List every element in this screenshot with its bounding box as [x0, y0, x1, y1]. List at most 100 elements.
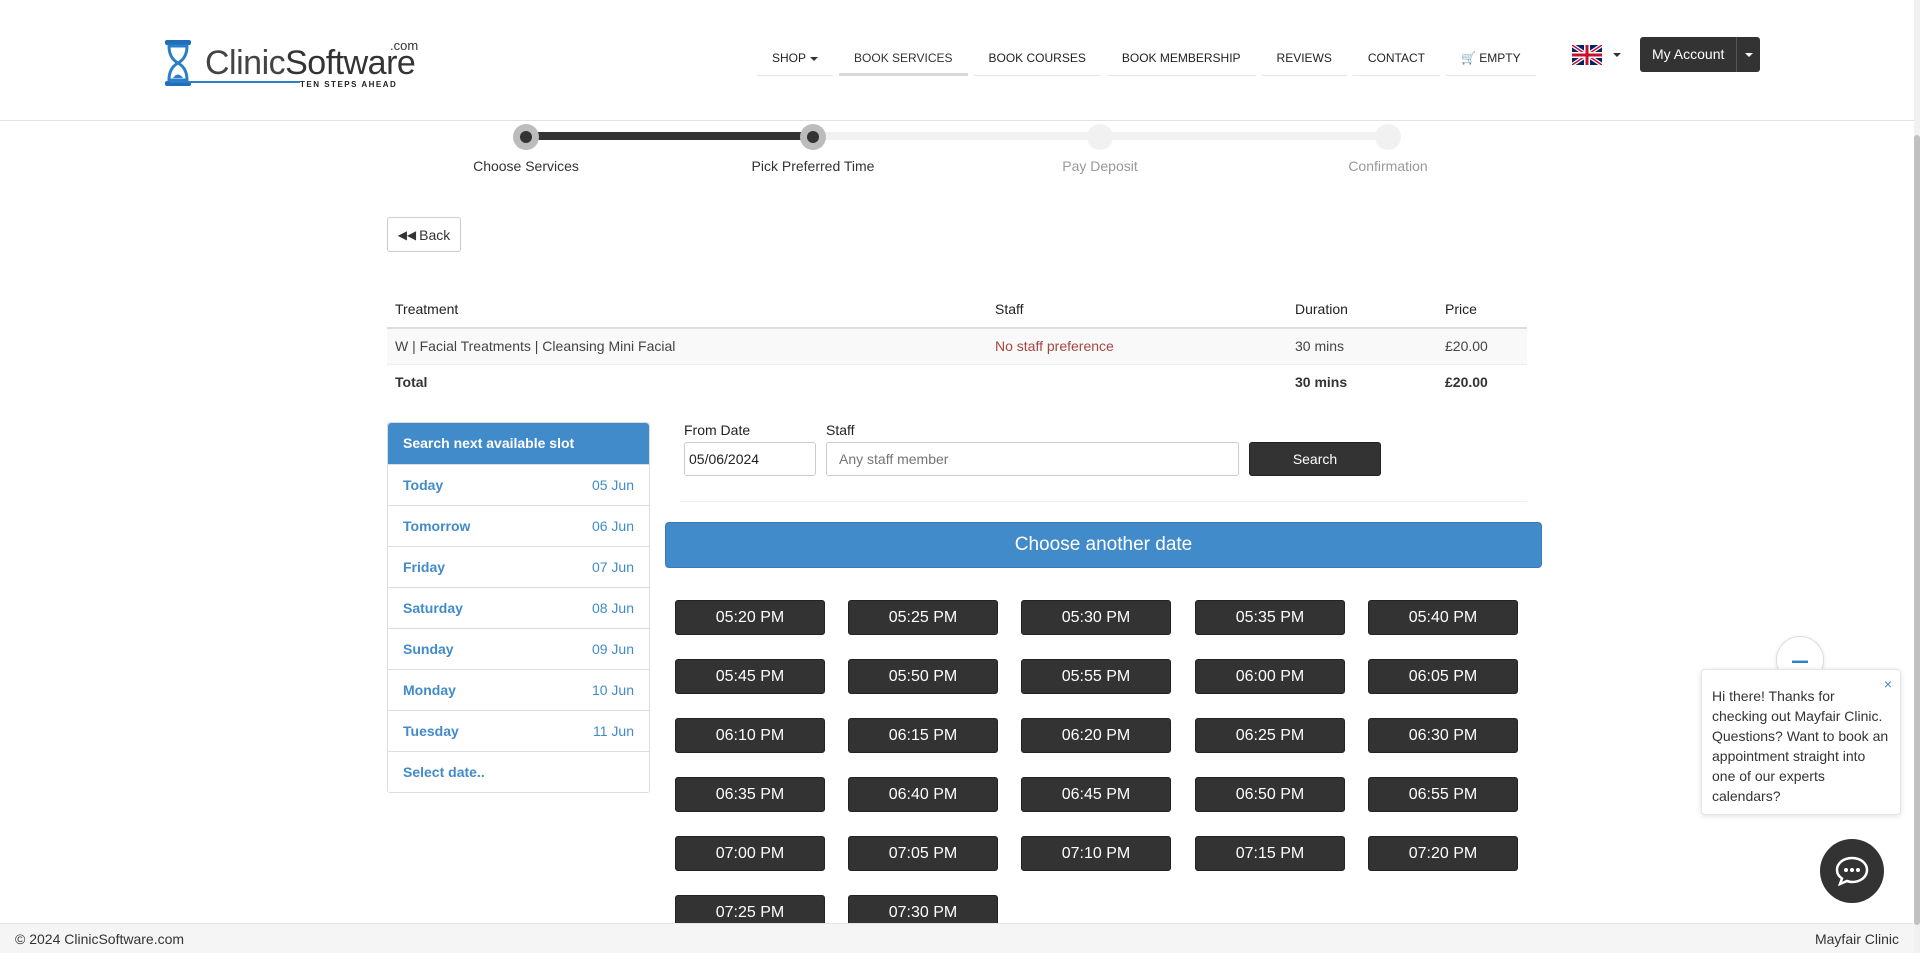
slot-item-tomorrow[interactable]: Tomorrow 06 Jun: [388, 505, 649, 546]
slot-date: 08 Jun: [591, 600, 634, 616]
account-dropdown-toggle[interactable]: [1736, 37, 1761, 72]
time-slot-button[interactable]: 06:45 PM: [1021, 777, 1171, 812]
nav-shop[interactable]: SHOP: [757, 40, 834, 76]
chevron-down-icon: [810, 56, 819, 61]
step-label-pick-time: Pick Preferred Time: [751, 158, 875, 174]
nav-contact-label: CONTACT: [1367, 51, 1425, 65]
slot-item-today[interactable]: Today 05 Jun: [388, 464, 649, 505]
slot-item-sunday[interactable]: Sunday 09 Jun: [388, 628, 649, 669]
time-slot-button[interactable]: 06:35 PM: [675, 777, 825, 812]
nav-book-courses[interactable]: BOOK COURSES: [973, 40, 1101, 76]
time-slot-button[interactable]: 06:40 PM: [848, 777, 998, 812]
slot-item-saturday[interactable]: Saturday 08 Jun: [388, 587, 649, 628]
slot-day: Tomorrow: [403, 518, 471, 534]
nav-book-membership[interactable]: BOOK MEMBERSHIP: [1106, 40, 1256, 76]
my-account-button[interactable]: My Account: [1640, 37, 1737, 72]
time-slot-button[interactable]: 05:20 PM: [675, 600, 825, 635]
close-icon[interactable]: ×: [1884, 674, 1892, 694]
back-button[interactable]: ◀◀ Back: [387, 217, 461, 252]
time-slot-button[interactable]: 06:10 PM: [675, 718, 825, 753]
slot-day: Friday: [403, 559, 446, 575]
nav-cart-label: EMPTY: [1479, 51, 1521, 65]
account-menu: My Account: [1640, 37, 1761, 72]
from-date-label: From Date: [684, 422, 751, 438]
total-price: £20.00: [1437, 363, 1527, 400]
footer-clinic-name: Mayfair Clinic: [1814, 931, 1899, 947]
nav-reviews[interactable]: REVIEWS: [1261, 40, 1347, 76]
nav-book-courses-label: BOOK COURSES: [988, 51, 1086, 65]
time-slot-button[interactable]: 07:05 PM: [848, 836, 998, 871]
step-dot-confirmation: [1375, 124, 1401, 150]
language-dropdown-icon[interactable]: [1613, 53, 1621, 57]
double-chevron-left-icon: ◀◀: [397, 227, 417, 242]
slot-day: Saturday: [403, 600, 463, 616]
search-button[interactable]: Search: [1249, 442, 1381, 476]
col-staff: Staff: [987, 290, 1287, 329]
from-date-input[interactable]: [684, 442, 816, 476]
time-slot-button[interactable]: 06:15 PM: [848, 718, 998, 753]
total-label: Total: [387, 363, 987, 400]
time-slot-button[interactable]: 06:05 PM: [1368, 659, 1518, 694]
step-dot-choose-services: [513, 124, 539, 150]
chat-bubble-icon: [1835, 856, 1869, 886]
select-date-label: Select date..: [403, 764, 485, 780]
chat-launcher-button[interactable]: [1820, 839, 1884, 903]
choose-another-date-button[interactable]: Choose another date: [665, 522, 1542, 568]
page-scrollbar-thumb[interactable]: [1914, 135, 1920, 925]
slot-date: 09 Jun: [591, 641, 634, 657]
time-slot-button[interactable]: 07:15 PM: [1195, 836, 1345, 871]
clinicsoftware-logo[interactable]: .com ClinicSoftware TEN STEPS AHEAD: [160, 38, 418, 90]
stepper-track-progress: [526, 132, 813, 140]
slot-day: Tuesday: [403, 723, 459, 739]
time-slot-button[interactable]: 05:25 PM: [848, 600, 998, 635]
time-slot-button[interactable]: 05:50 PM: [848, 659, 998, 694]
slot-item-friday[interactable]: Friday 07 Jun: [388, 546, 649, 587]
nav-cart[interactable]: 🛒 EMPTY: [1446, 40, 1536, 76]
slot-day: Today: [403, 477, 444, 493]
time-slot-button[interactable]: 06:30 PM: [1368, 718, 1518, 753]
footer-copyright: © 2024 ClinicSoftware.com: [15, 931, 185, 947]
slot-date: 07 Jun: [591, 559, 634, 575]
staff-label: Staff: [826, 422, 855, 438]
select-date-link[interactable]: Select date..: [388, 751, 649, 792]
nav-book-membership-label: BOOK MEMBERSHIP: [1121, 51, 1241, 65]
uk-flag-icon[interactable]: [1572, 45, 1602, 65]
next-available-slot-panel: Search next available slot Today 05 Jun T…: [387, 422, 650, 793]
table-total-row: Total 30 mins £20.00: [387, 363, 1527, 400]
col-treatment: Treatment: [387, 290, 987, 329]
time-slot-button[interactable]: 06:55 PM: [1368, 777, 1518, 812]
time-slot-button[interactable]: 06:20 PM: [1021, 718, 1171, 753]
step-label-choose-services: Choose Services: [473, 158, 579, 174]
slot-day: Monday: [403, 682, 456, 698]
time-slot-button[interactable]: 07:10 PM: [1021, 836, 1171, 871]
col-price: Price: [1437, 290, 1527, 329]
nav-shop-label: SHOP: [772, 51, 807, 65]
slot-date: 11 Jun: [593, 723, 634, 739]
logo-tagline: TEN STEPS AHEAD: [300, 80, 398, 89]
time-slot-button[interactable]: 06:50 PM: [1195, 777, 1345, 812]
time-slot-button[interactable]: 06:00 PM: [1195, 659, 1345, 694]
time-slot-button[interactable]: 05:45 PM: [675, 659, 825, 694]
logo-word-clinic: Clinic: [205, 44, 286, 82]
logo-wordmark: ClinicSoftware: [205, 44, 416, 83]
time-slot-button[interactable]: 07:20 PM: [1368, 836, 1518, 871]
time-slot-button[interactable]: 05:30 PM: [1021, 600, 1171, 635]
time-slot-button[interactable]: 07:00 PM: [675, 836, 825, 871]
slot-item-tuesday[interactable]: Tuesday 11 Jun: [388, 710, 649, 751]
time-slot-button[interactable]: 05:40 PM: [1368, 600, 1518, 635]
time-slot-button[interactable]: 05:55 PM: [1021, 659, 1171, 694]
nav-book-services[interactable]: BOOK SERVICES: [839, 40, 968, 76]
table-row: W | Facial Treatments | Cleansing Mini F…: [387, 328, 1527, 364]
slot-day: Sunday: [403, 641, 454, 657]
nav-contact[interactable]: CONTACT: [1352, 40, 1440, 76]
staff-input[interactable]: [826, 442, 1239, 476]
slot-item-monday[interactable]: Monday 10 Jun: [388, 669, 649, 710]
selected-services-table: Treatment Staff Duration Price W | Facia…: [387, 290, 1527, 400]
logo-word-software: Software: [285, 44, 416, 82]
site-footer: © 2024 ClinicSoftware.com Mayfair Clinic: [0, 923, 1914, 953]
cell-price: £20.00: [1437, 328, 1527, 364]
col-duration: Duration: [1287, 290, 1437, 329]
time-slot-button[interactable]: 05:35 PM: [1195, 600, 1345, 635]
booking-progress-stepper: Choose Services Pick Preferred Time Pay …: [470, 122, 1428, 182]
time-slot-button[interactable]: 06:25 PM: [1195, 718, 1345, 753]
